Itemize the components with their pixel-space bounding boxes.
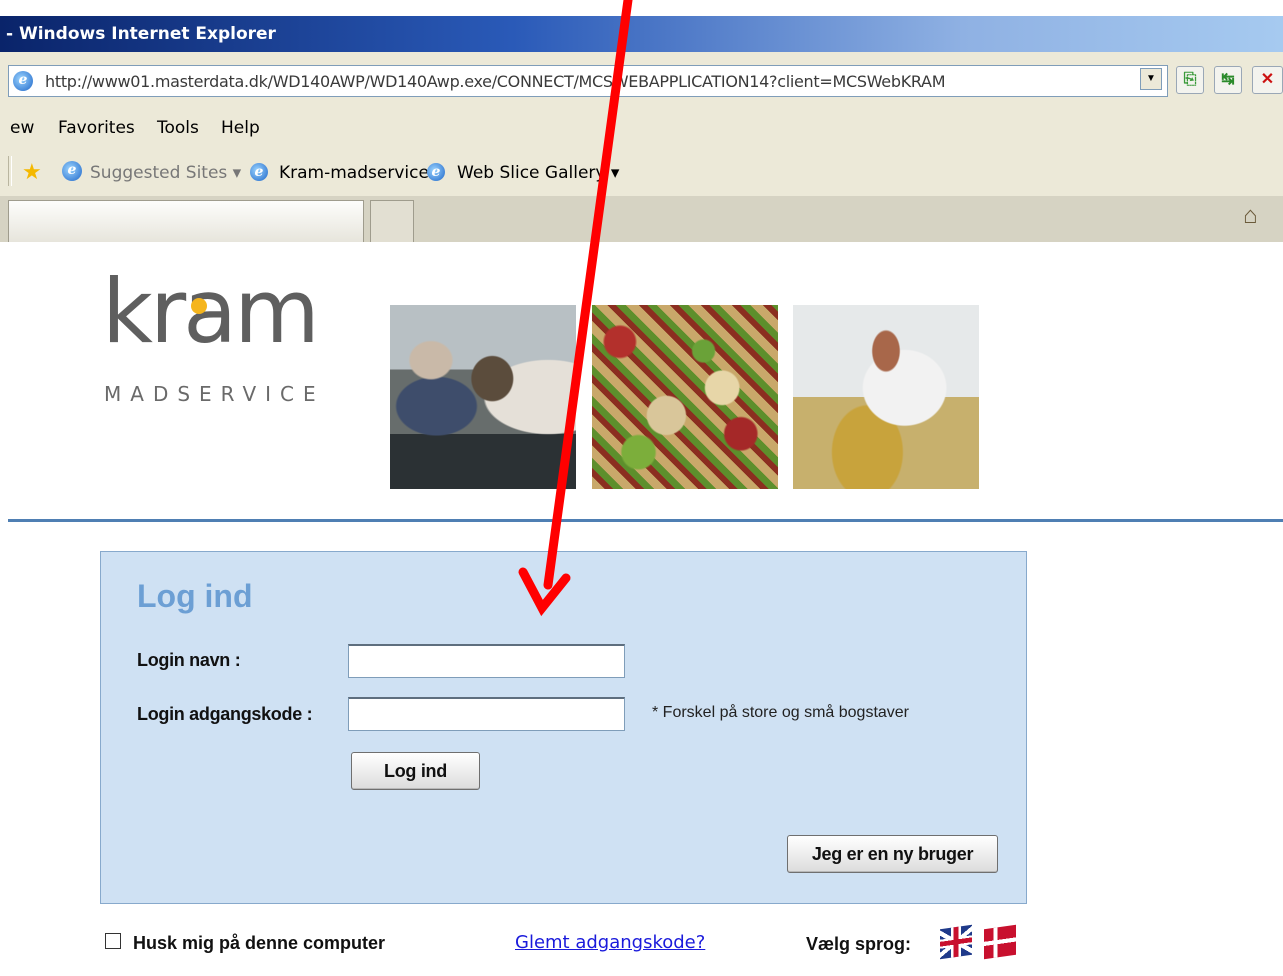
photo-pasta-salad [592, 305, 778, 489]
ie-icon: e [427, 163, 445, 181]
kram-logo: kram [102, 260, 320, 363]
new-user-button[interactable]: Jeg er en ny bruger [787, 835, 998, 873]
header-divider [8, 519, 1283, 522]
menu-bar: ew Favorites Tools Help [0, 112, 1283, 146]
menu-tools[interactable]: Tools [157, 118, 199, 138]
window-title: - Windows Internet Explorer [6, 24, 276, 44]
url-dropdown-button[interactable]: ▼ [1140, 68, 1162, 90]
photo-buffet-guests [390, 305, 576, 489]
photo-chef-plating [793, 305, 979, 489]
danish-flag-icon[interactable] [984, 924, 1016, 960]
tab-bar [0, 196, 1283, 242]
password-label: Login adgangskode : [137, 704, 313, 724]
address-bar: e http://www01.masterdata.dk/WD140AWP/WD… [0, 52, 1283, 112]
menu-favorites[interactable]: Favorites [58, 118, 135, 138]
menu-help[interactable]: Help [221, 118, 260, 138]
ie-icon: e [13, 71, 33, 91]
logo-dot [191, 298, 207, 314]
compat-view-icon[interactable]: ⎘ [1176, 66, 1204, 94]
url-text: http://www01.masterdata.dk/WD140AWP/WD14… [45, 72, 946, 91]
kram-madservice-link[interactable]: Kram-madservice [279, 163, 429, 183]
logo-subtitle: MADSERVICE [104, 382, 325, 406]
new-tab-button[interactable] [370, 200, 414, 242]
username-input[interactable] [348, 644, 625, 678]
forgot-password-link[interactable]: Glemt adgangskode? [515, 932, 705, 953]
language-label: Vælg sprog: [806, 934, 912, 954]
window-titlebar: - Windows Internet Explorer [0, 16, 1283, 52]
ie-icon: e [250, 163, 268, 181]
menu-view[interactable]: ew [10, 118, 34, 138]
refresh-icon[interactable]: ↹ [1214, 66, 1242, 94]
favorites-bar: ★ e Suggested Sites ▾ e Kram-madservice … [0, 146, 1283, 196]
home-icon[interactable]: ⌂ [1243, 202, 1258, 230]
username-label: Login navn : [137, 650, 241, 670]
case-sensitivity-note: * Forskel på store og små bogstaver [652, 704, 910, 721]
remember-me-label: Husk mig på denne computer [133, 933, 386, 953]
tab-current[interactable] [8, 200, 364, 242]
login-title: Log ind [137, 578, 253, 614]
screen-top-margin [0, 0, 1283, 16]
english-flag-icon[interactable] [940, 924, 972, 960]
favorites-star-icon[interactable]: ★ [22, 160, 42, 185]
web-slice-gallery-link[interactable]: Web Slice Gallery ▾ [457, 163, 619, 183]
ie-icon: e [62, 161, 82, 181]
stop-icon[interactable]: ✕ [1252, 66, 1283, 94]
url-field[interactable]: e http://www01.masterdata.dk/WD140AWP/WD… [8, 65, 1168, 97]
login-button[interactable]: Log ind [351, 752, 480, 790]
password-input[interactable] [348, 697, 625, 731]
suggested-sites-link[interactable]: Suggested Sites ▾ [90, 163, 241, 183]
remember-me-checkbox[interactable] [105, 933, 121, 949]
toolbar-separator [8, 156, 12, 186]
